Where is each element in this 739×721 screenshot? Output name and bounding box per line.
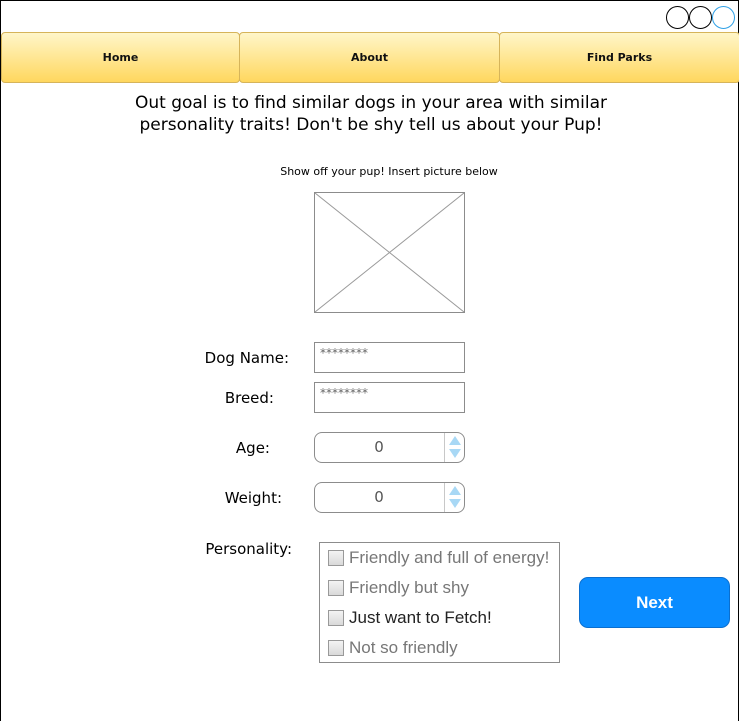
age-label: Age: bbox=[235, 439, 270, 457]
weight-label: Weight: bbox=[224, 489, 282, 507]
window-controls bbox=[666, 6, 735, 29]
weight-value[interactable]: 0 bbox=[315, 483, 443, 512]
breed-input[interactable]: ******** bbox=[314, 382, 465, 413]
window-control-circle-icon[interactable] bbox=[666, 6, 689, 29]
weight-stepper-arrows bbox=[444, 483, 464, 512]
arrow-up-icon[interactable] bbox=[449, 436, 461, 445]
checkbox[interactable] bbox=[328, 610, 344, 626]
checkbox[interactable] bbox=[328, 640, 344, 656]
dog-name-input[interactable]: ******** bbox=[314, 342, 465, 373]
dog-name-label: Dog Name: bbox=[204, 349, 289, 367]
breed-label: Breed: bbox=[224, 389, 274, 407]
weight-stepper[interactable]: 0 bbox=[314, 482, 465, 513]
personality-option-label: Just want to Fetch! bbox=[349, 608, 492, 627]
arrow-down-icon[interactable] bbox=[449, 449, 461, 458]
nav-tab-home[interactable]: Home bbox=[1, 32, 240, 83]
image-placeholder[interactable] bbox=[314, 192, 465, 313]
personality-checkbox-group: Friendly and full of energy! Friendly bu… bbox=[319, 542, 560, 663]
age-value[interactable]: 0 bbox=[315, 433, 443, 462]
intro-text: Out goal is to find similar dogs in your… bbox=[134, 93, 608, 135]
next-button[interactable]: Next bbox=[579, 577, 730, 628]
personality-option[interactable]: Just want to Fetch! bbox=[328, 607, 492, 629]
window-control-circle-icon[interactable] bbox=[689, 6, 712, 29]
picture-label: Show off your pup! Insert picture below bbox=[280, 165, 498, 178]
age-stepper[interactable]: 0 bbox=[314, 432, 465, 463]
age-stepper-arrows bbox=[444, 433, 464, 462]
nav-tab-about[interactable]: About bbox=[239, 32, 500, 83]
checkbox[interactable] bbox=[328, 580, 344, 596]
arrow-up-icon[interactable] bbox=[449, 486, 461, 495]
personality-label: Personality: bbox=[205, 540, 292, 558]
personality-option[interactable]: Friendly but shy bbox=[328, 577, 469, 599]
personality-option[interactable]: Friendly and full of energy! bbox=[328, 547, 549, 569]
app-frame: Home About Find Parks Out goal is to fin… bbox=[0, 0, 739, 721]
window-control-circle-icon[interactable] bbox=[712, 6, 735, 29]
checkbox[interactable] bbox=[328, 550, 344, 566]
nav-tab-find-parks[interactable]: Find Parks bbox=[499, 32, 739, 83]
arrow-down-icon[interactable] bbox=[449, 499, 461, 508]
personality-option[interactable]: Not so friendly bbox=[328, 637, 458, 659]
personality-option-label: Not so friendly bbox=[349, 638, 458, 657]
personality-option-label: Friendly but shy bbox=[349, 578, 469, 597]
image-placeholder-icon bbox=[315, 193, 464, 312]
nav-bar: Home About Find Parks bbox=[1, 32, 739, 83]
personality-option-label: Friendly and full of energy! bbox=[349, 548, 550, 567]
